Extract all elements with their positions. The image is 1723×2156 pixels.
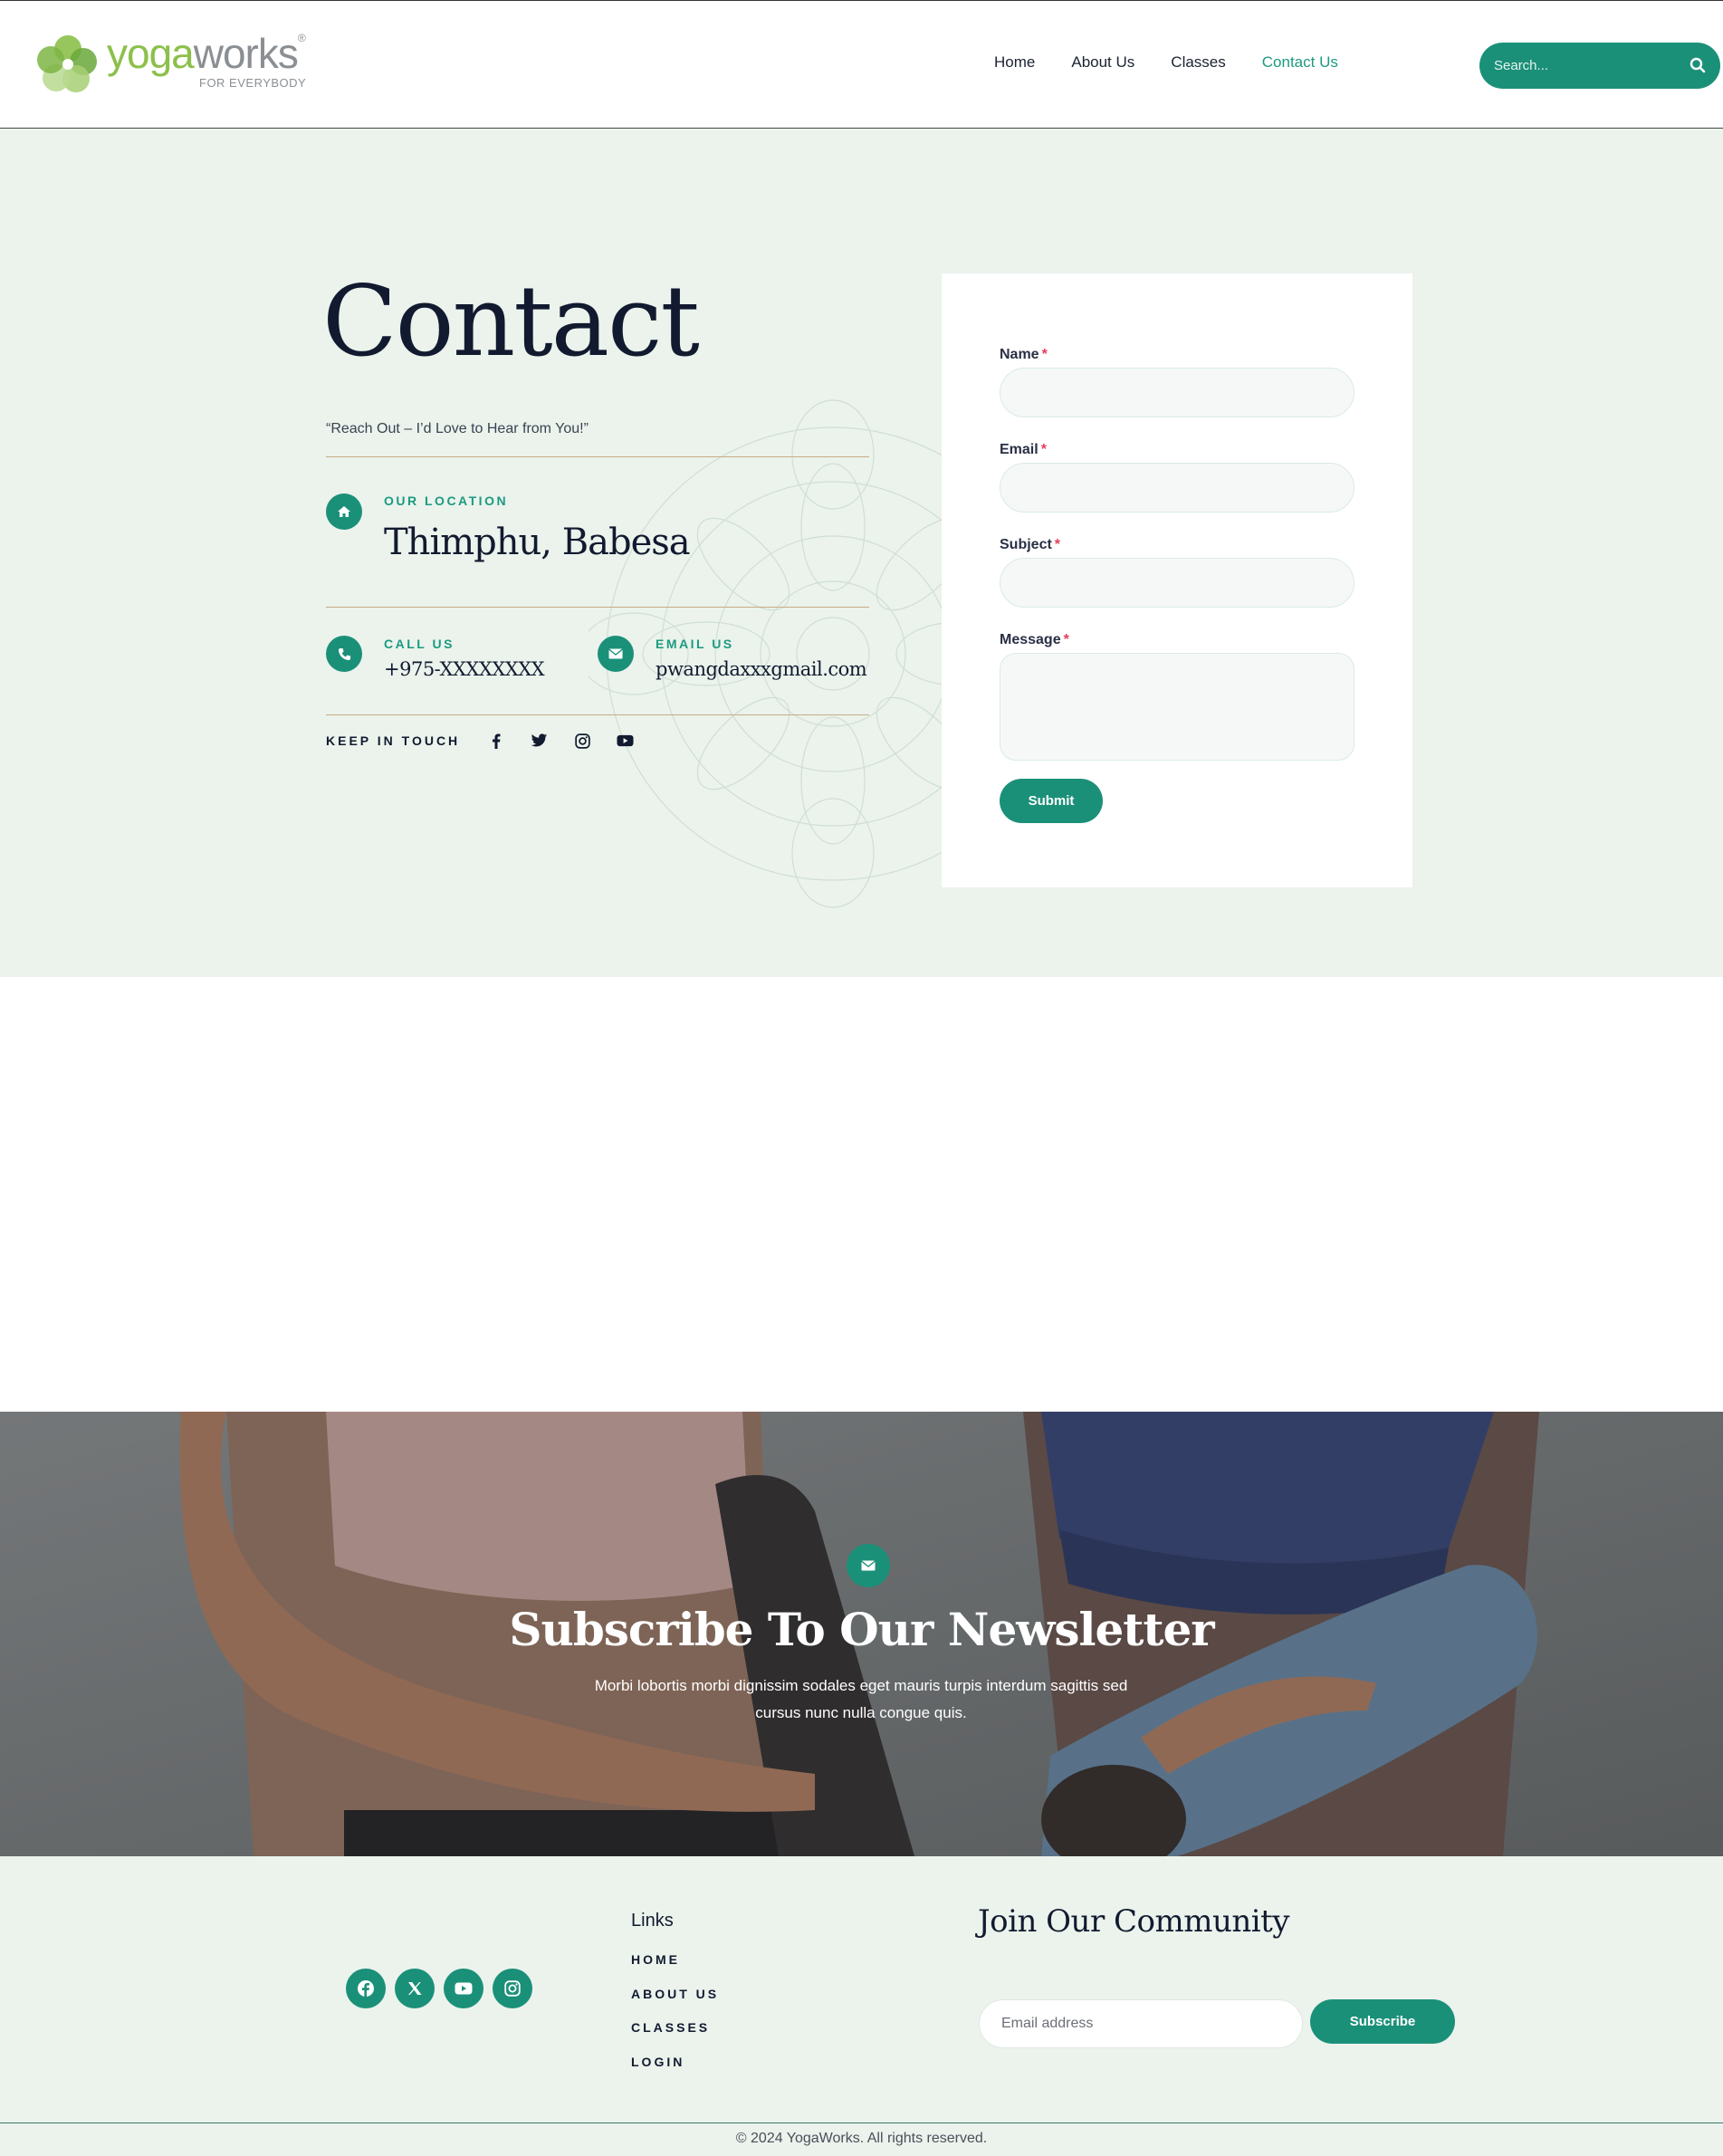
phone-value[interactable]: +975-XXXXXXXX xyxy=(384,658,545,680)
yogaworks-logo[interactable]: yogaworks® FOR EVERYBODY xyxy=(36,31,326,96)
required-asterisk: * xyxy=(1054,537,1061,552)
message-label: Message * xyxy=(1000,632,1069,648)
home-icon xyxy=(338,506,350,517)
envelope-icon xyxy=(608,648,623,659)
footer-link-classes[interactable]: CLASSES xyxy=(631,2020,710,2035)
newsletter-title: Subscribe To Our Newsletter xyxy=(509,1603,1214,1656)
newsletter-section: Subscribe To Our Newsletter Morbi lobort… xyxy=(0,1412,1723,1856)
copyright-text: © 2024 YogaWorks. All rights reserved. xyxy=(735,2131,988,2146)
submit-button[interactable]: Submit xyxy=(1000,779,1103,823)
name-field[interactable] xyxy=(1000,368,1354,417)
email-value[interactable]: pwangdaxxxgmail.com xyxy=(656,658,867,680)
email-label-text: Email xyxy=(1000,442,1039,457)
facebook-icon[interactable] xyxy=(487,732,505,750)
required-asterisk: * xyxy=(1063,632,1069,647)
twitter-icon[interactable] xyxy=(530,732,548,750)
email-field[interactable] xyxy=(1000,463,1354,513)
footer-links-title: Links xyxy=(631,1911,674,1931)
phone-badge xyxy=(326,636,362,672)
message-label-text: Message xyxy=(1000,632,1061,647)
facebook-icon[interactable] xyxy=(346,1969,386,2008)
logo-word-yoga: yoga xyxy=(107,30,195,77)
youtube-icon[interactable] xyxy=(616,732,634,750)
required-asterisk: * xyxy=(1040,442,1047,457)
subscribe-button[interactable]: Subscribe xyxy=(1310,1999,1455,2044)
contact-form: Name * Email * Subject * Message * Submit xyxy=(942,273,1412,887)
message-field[interactable] xyxy=(1000,653,1354,761)
nav-contact-us[interactable]: Contact Us xyxy=(1262,53,1338,72)
footer-link-about-us[interactable]: ABOUT US xyxy=(631,1987,719,2001)
footer-divider xyxy=(0,2122,1723,2123)
x-icon[interactable] xyxy=(395,1969,435,2008)
footer-link-login[interactable]: LOGIN xyxy=(631,2055,684,2069)
instagram-icon[interactable] xyxy=(573,732,591,750)
contact-section: Contact “Reach Out – I’d Love to Hear fr… xyxy=(0,129,1723,977)
footer-link-home[interactable]: HOME xyxy=(631,1952,680,1967)
newsletter-text: Morbi lobortis morbi dignissim sodales e… xyxy=(594,1677,1128,1721)
newsletter-email-field[interactable] xyxy=(979,1999,1303,2048)
site-header: yogaworks® FOR EVERYBODY Home About Us C… xyxy=(0,0,1723,129)
required-asterisk: * xyxy=(1041,347,1048,362)
instagram-icon[interactable] xyxy=(493,1969,532,2008)
search-icon[interactable] xyxy=(1689,57,1706,73)
email-badge xyxy=(598,636,634,672)
join-community-title: Join Our Community xyxy=(978,1903,1290,1940)
newsletter-badge xyxy=(847,1544,890,1587)
call-label: CALL US xyxy=(384,637,455,651)
envelope-icon xyxy=(861,1560,876,1571)
nav-about-us[interactable]: About Us xyxy=(1071,53,1134,72)
phone-icon xyxy=(338,647,350,660)
page-title: Contact xyxy=(322,265,700,378)
email-label: EMAIL US xyxy=(656,637,734,651)
keep-in-touch-label: KEEP IN TOUCH xyxy=(326,733,461,748)
nav-classes[interactable]: Classes xyxy=(1171,53,1225,72)
divider xyxy=(326,714,869,715)
divider xyxy=(326,456,869,457)
location-value: Thimphu, Babesa xyxy=(384,522,691,563)
divider xyxy=(326,607,869,608)
logo-wordmark: yogaworks® xyxy=(107,30,306,77)
site-footer: Links HOME ABOUT US CLASSES LOGIN Join O… xyxy=(0,1856,1723,2156)
blank-section xyxy=(0,977,1723,1412)
main-nav: Home About Us Classes Contact Us xyxy=(994,53,1338,72)
contact-subtitle: “Reach Out – I’d Love to Hear from You!” xyxy=(326,421,589,436)
youtube-icon[interactable] xyxy=(444,1969,483,2008)
subject-field[interactable] xyxy=(1000,558,1354,608)
subject-label: Subject * xyxy=(1000,537,1060,553)
location-badge xyxy=(326,493,362,530)
logo-tagline: FOR EVERYBODY xyxy=(199,76,307,90)
email-label: Email * xyxy=(1000,442,1047,458)
search-bar xyxy=(1479,43,1720,89)
location-label: OUR LOCATION xyxy=(384,493,509,508)
nav-home[interactable]: Home xyxy=(994,53,1035,72)
logo-word-works: works xyxy=(193,30,299,77)
name-label: Name * xyxy=(1000,347,1048,363)
name-label-text: Name xyxy=(1000,347,1039,362)
subject-label-text: Subject xyxy=(1000,537,1052,552)
search-input[interactable] xyxy=(1494,55,1675,75)
logo-registered: ® xyxy=(297,32,306,44)
flower-logo-icon xyxy=(37,35,97,92)
